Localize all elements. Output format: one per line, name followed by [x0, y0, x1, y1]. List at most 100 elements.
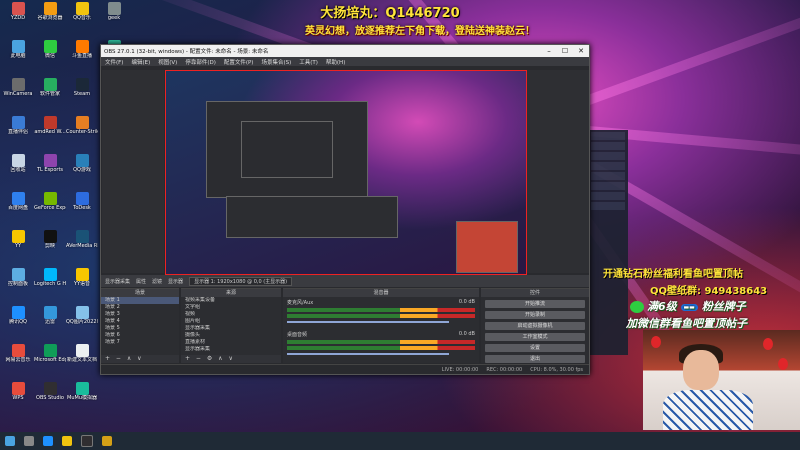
desktop-icon[interactable]: 微信 [34, 40, 66, 74]
search-icon[interactable] [24, 436, 34, 446]
scene-item[interactable]: 场景 6 [101, 332, 179, 339]
desktop-icon[interactable]: geek [98, 2, 130, 36]
desktop-icon[interactable]: QQ游戏 [66, 154, 98, 188]
app-icon[interactable] [102, 436, 112, 446]
source-item[interactable]: 视频 [181, 311, 281, 318]
scene-item[interactable]: 场景 2 [101, 304, 179, 311]
source-item[interactable]: 摄像头 [181, 332, 281, 339]
desktop-icon[interactable]: 斗鱼直播 [66, 40, 98, 74]
desktop-icon-label: 谷歌浏览器 [37, 15, 63, 21]
scenes-title: 场景 [101, 289, 179, 297]
desktop-icon[interactable]: 谷歌浏览器 [34, 2, 66, 36]
desktop-icon-label: Logitech G HUB [34, 281, 66, 287]
desktop-icon[interactable]: WinCamera [2, 78, 34, 112]
sources-footer[interactable]: + − ⚙ ∧ ∨ [181, 355, 281, 363]
desktop-icon[interactable]: MuMu模拟器 [66, 382, 98, 416]
maximize-icon[interactable]: ☐ [557, 47, 573, 55]
control-button[interactable]: 退出 [485, 355, 585, 363]
menu-item[interactable]: 视图(V) [158, 58, 177, 66]
app-icon [43, 78, 57, 91]
chat-panel [588, 130, 628, 355]
app-icon [11, 230, 25, 243]
source-item[interactable]: 图片组 [181, 318, 281, 325]
menu-item[interactable]: 编辑(E) [131, 58, 150, 66]
logitech-icon [43, 268, 57, 281]
desktop-icon[interactable]: YZDD [2, 2, 34, 36]
volume-slider[interactable] [287, 353, 449, 355]
scene-item[interactable]: 场景 5 [101, 325, 179, 332]
control-button[interactable]: 设置 [485, 344, 585, 352]
desktop-icon[interactable]: 腾讯QQ [2, 306, 34, 340]
desktop-icon[interactable]: Steam [66, 78, 98, 112]
properties-button[interactable]: 属性 [136, 278, 146, 285]
control-panel-icon [11, 268, 25, 281]
source-toolbar: 显示器采集 属性 滤镜 显示器 显示器 1: 1920x1080 @ 0,0 (… [101, 275, 589, 287]
scene-item[interactable]: 场景 3 [101, 311, 179, 318]
desktop-icon[interactable]: 新建文本文档 [66, 344, 98, 378]
preview-canvas[interactable] [165, 70, 527, 275]
control-button[interactable]: 启动虚拟摄像机 [485, 322, 585, 330]
desktop-icon[interactable]: amdRed W... [34, 116, 66, 150]
scenes-dock: 场景 场景 1 场景 2 场景 3 场景 4 场景 5 场景 6 场景 7 + − ∧ ∨ [101, 288, 179, 363]
desktop-icon[interactable]: QQ图片20220419... [66, 306, 98, 340]
desktop-icon[interactable]: 控制面板 [2, 268, 34, 302]
source-item[interactable]: 文字组 [181, 304, 281, 311]
wechat-icon [630, 301, 644, 313]
desktop-icon[interactable]: Counter-Strike 2 [66, 116, 98, 150]
desktop-icon[interactable]: GeForce Experience [34, 192, 66, 226]
source-item[interactable]: 视频采集设备 [181, 297, 281, 304]
desktop-icon[interactable]: 回收站 [2, 154, 34, 188]
desktop-icon[interactable]: YY [2, 230, 34, 264]
volume-slider[interactable] [287, 321, 449, 323]
desktop-icon[interactable]: 软件管家 [34, 78, 66, 112]
scene-item[interactable]: 场景 7 [101, 339, 179, 346]
control-button[interactable]: 工作室模式 [485, 333, 585, 341]
obs-title-bar[interactable]: OBS 27.0.1 (32-bit, windows) - 配置文件: 未命名… [101, 45, 589, 57]
desktop-icon-label: WinCamera [3, 91, 33, 97]
control-button[interactable]: 开始录制 [485, 311, 585, 319]
desktop-icon-label: Steam [73, 91, 91, 97]
desktop-icon[interactable]: 迅雷 [34, 306, 66, 340]
desktop-icon[interactable]: 直播伴侣 [2, 116, 34, 150]
display-select[interactable]: 显示器 1: 1920x1080 @ 0,0 (主显示器) [189, 276, 293, 286]
menu-item[interactable]: 帮助(H) [326, 58, 345, 66]
desktop-icon[interactable]: 剪映 [34, 230, 66, 264]
desktop-icon[interactable]: YY语音 [66, 268, 98, 302]
system-tray[interactable] [780, 437, 800, 445]
desktop-icon[interactable]: TL Esports [34, 154, 66, 188]
scenes-footer[interactable]: + − ∧ ∨ [101, 355, 179, 363]
desktop-icon[interactable]: 此电脑 [2, 40, 34, 74]
menu-item[interactable]: 停靠部件(D) [185, 58, 216, 66]
fan-badge: ▬▬ [680, 303, 698, 311]
menu-item[interactable]: 配置文件(P) [224, 58, 254, 66]
menu-item[interactable]: 文件(F) [105, 58, 123, 66]
close-icon[interactable]: ✕ [573, 47, 589, 55]
cloud-icon [11, 192, 25, 205]
menu-item[interactable]: 场景集合(S) [261, 58, 291, 66]
menu-item[interactable]: 工具(T) [299, 58, 318, 66]
folder-icon[interactable] [62, 436, 72, 446]
desktop-icon[interactable]: WPS [2, 382, 34, 416]
obs-icon[interactable] [81, 435, 93, 447]
desktop-icon[interactable]: QQ音乐 [66, 2, 98, 36]
scene-item[interactable]: 场景 4 [101, 318, 179, 325]
desktop-icon[interactable]: Microsoft Edge [34, 344, 66, 378]
desktop-icon[interactable]: OBS Studio [34, 382, 66, 416]
filters-button[interactable]: 滤镜 [152, 278, 162, 285]
desktop-icon[interactable]: Logitech G HUB [34, 268, 66, 302]
control-button[interactable]: 开始推流 [485, 300, 585, 308]
source-item[interactable]: 显示器采集 [181, 346, 281, 353]
source-item[interactable]: 直播素材 [181, 339, 281, 346]
start-icon[interactable] [5, 436, 15, 446]
obs-window[interactable]: OBS 27.0.1 (32-bit, windows) - 配置文件: 未命名… [100, 44, 590, 375]
desktop-icon[interactable]: 网易云音乐 [2, 344, 34, 378]
edge-icon[interactable] [43, 436, 53, 446]
scene-item[interactable]: 场景 1 [101, 297, 179, 304]
desktop-icon[interactable]: AVerMedia RECentral 4 [66, 230, 98, 264]
source-item[interactable]: 显示器采集 [181, 325, 281, 332]
cpu-fps: CPU: 8.0%, 30.00 fps [530, 366, 583, 373]
promo-fan-badge-label: 粉丝牌子 [701, 300, 746, 313]
desktop-icon[interactable]: 百度网盘 [2, 192, 34, 226]
desktop-icon[interactable]: ToDesk [66, 192, 98, 226]
minimize-icon[interactable]: – [541, 47, 557, 55]
